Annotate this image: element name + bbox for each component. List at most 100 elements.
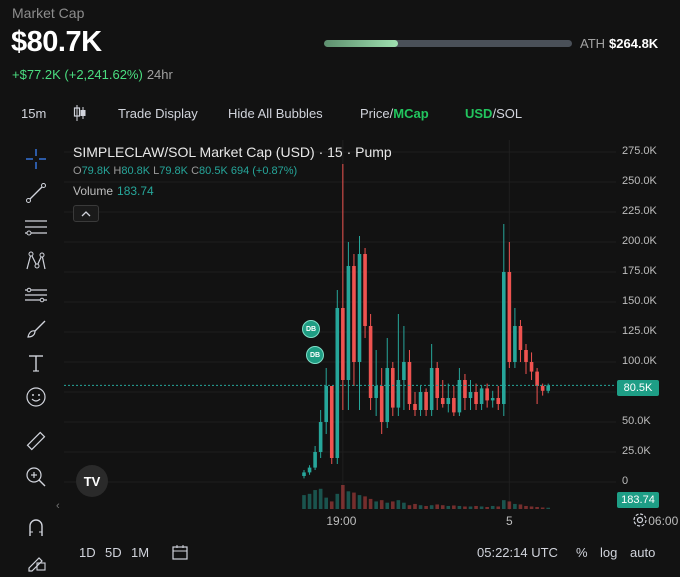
volume-bar	[407, 505, 412, 509]
c-value: 80.5K	[199, 165, 228, 177]
volume-bar	[435, 504, 439, 509]
change-abs: 694	[230, 165, 250, 177]
volume-bar	[479, 506, 484, 509]
y-tick-label: 225.0K	[622, 205, 657, 217]
percent-toggle[interactable]: %	[576, 545, 588, 560]
settings-gear-icon[interactable]	[632, 512, 648, 533]
bottom-bar: 1D 5D 1M 05:22:14 UTC % log auto	[0, 540, 680, 566]
volume-bar	[352, 492, 356, 509]
volume-bar	[302, 495, 306, 509]
y-tick-label: 275.0K	[622, 145, 657, 157]
volume-label: Volume	[73, 184, 114, 198]
candle-body	[302, 472, 306, 476]
dev-buy-bubble[interactable]: DB	[306, 346, 324, 364]
candle-body	[363, 254, 367, 326]
candle-body	[546, 385, 550, 391]
crosshair-icon[interactable]	[20, 145, 52, 173]
candle-body	[374, 386, 378, 398]
change-period: 24hr	[146, 67, 173, 82]
volume-bar	[313, 490, 317, 509]
emoji-icon[interactable]	[20, 383, 52, 411]
candle-body	[535, 371, 539, 386]
volume-bar	[418, 505, 423, 509]
auto-toggle[interactable]: auto	[630, 545, 655, 560]
volume-bar	[529, 506, 534, 509]
y-tick-label: 150.0K	[622, 295, 657, 307]
trade-display-button[interactable]: Trade Display	[118, 106, 198, 121]
candle-body	[463, 380, 467, 398]
h-value: 80.8K	[121, 165, 151, 177]
range-1d-button[interactable]: 1D	[79, 545, 96, 560]
candle-body	[335, 308, 340, 458]
calendar-icon[interactable]	[171, 543, 189, 564]
pattern-icon[interactable]	[20, 247, 52, 275]
volume-bar	[502, 500, 506, 509]
y-tick-label: 50.0K	[622, 415, 651, 427]
candles	[302, 164, 550, 479]
time-display[interactable]: 05:22:14 UTC	[477, 545, 558, 560]
change-amount: +$77.2K (+2,241.62%)	[12, 67, 143, 82]
chart-toolbar: 15m Trade Display Hide All Bubbles Price…	[0, 100, 680, 128]
log-toggle[interactable]: log	[600, 545, 617, 560]
brush-icon[interactable]	[20, 315, 52, 343]
usd-option: USD	[465, 106, 493, 121]
candle-body	[324, 386, 328, 422]
volume-bar	[318, 488, 323, 509]
volume-readout: Volume 183.74	[73, 184, 154, 198]
volume-bar	[357, 495, 362, 509]
range-1m-button[interactable]: 1M	[131, 545, 149, 560]
ohlc-readout: O79.8K H80.8K L79.8K C80.5K 694 (+0.87%)	[73, 165, 297, 177]
candle-body	[329, 386, 334, 458]
horizontal-lines-icon[interactable]	[20, 213, 52, 241]
volume-tag: 183.74	[617, 492, 659, 508]
candle-body	[440, 398, 445, 404]
measure-icon[interactable]	[20, 427, 52, 455]
tradingview-logo[interactable]: TV	[76, 465, 108, 497]
volume-value: 183.74	[117, 184, 154, 198]
y-tick-label: 0	[622, 475, 629, 487]
candle-body	[474, 392, 478, 404]
volume-bar	[485, 506, 489, 509]
y-tick-label: 200.0K	[622, 235, 657, 247]
candle-body	[357, 254, 362, 362]
volume-bar	[546, 507, 550, 509]
collapse-toolbar-icon[interactable]: ‹	[56, 500, 60, 512]
volume-bar	[368, 498, 373, 509]
market-cap-value: $80.7K	[11, 26, 102, 58]
candle-body	[385, 368, 390, 422]
volume-bar	[391, 501, 395, 509]
range-5d-button[interactable]: 5D	[105, 545, 122, 560]
candle-body	[313, 452, 317, 468]
volume-bar	[324, 497, 328, 509]
change-pct: (+0.87%)	[252, 165, 298, 177]
volume-bar	[452, 505, 456, 509]
volume-bar	[385, 502, 390, 509]
dev-buy-bubble[interactable]: DB	[302, 320, 320, 338]
price-mcap-toggle[interactable]: Price/MCap	[360, 106, 429, 121]
candle-body	[524, 350, 528, 362]
currency-toggle[interactable]: USD/SOL	[465, 106, 522, 121]
candle-body	[502, 272, 506, 404]
candle-body	[413, 404, 417, 410]
text-icon[interactable]	[20, 349, 52, 377]
candle-body	[418, 392, 423, 410]
interval-button[interactable]: 15m	[21, 106, 46, 121]
collapse-legend-button[interactable]	[73, 205, 99, 222]
volume-bar	[346, 491, 351, 509]
magnet-icon[interactable]	[20, 513, 52, 541]
volume-bar	[413, 503, 417, 509]
volume-bar	[463, 506, 467, 509]
candle-body	[402, 362, 406, 380]
candle-body	[529, 362, 534, 372]
ath-label: ATH $264.8K	[580, 36, 658, 51]
candle-body	[540, 386, 545, 391]
ath-text: ATH	[580, 36, 606, 51]
y-tick-label: 100.0K	[622, 355, 657, 367]
trendline-icon[interactable]	[20, 179, 52, 207]
y-tick-label: 250.0K	[622, 175, 657, 187]
volume-bar	[457, 505, 462, 509]
ruler-lines-icon[interactable]	[20, 281, 52, 309]
candle-type-icon[interactable]	[72, 104, 88, 125]
zoom-in-icon[interactable]	[20, 463, 52, 491]
hide-bubbles-button[interactable]: Hide All Bubbles	[228, 106, 323, 121]
